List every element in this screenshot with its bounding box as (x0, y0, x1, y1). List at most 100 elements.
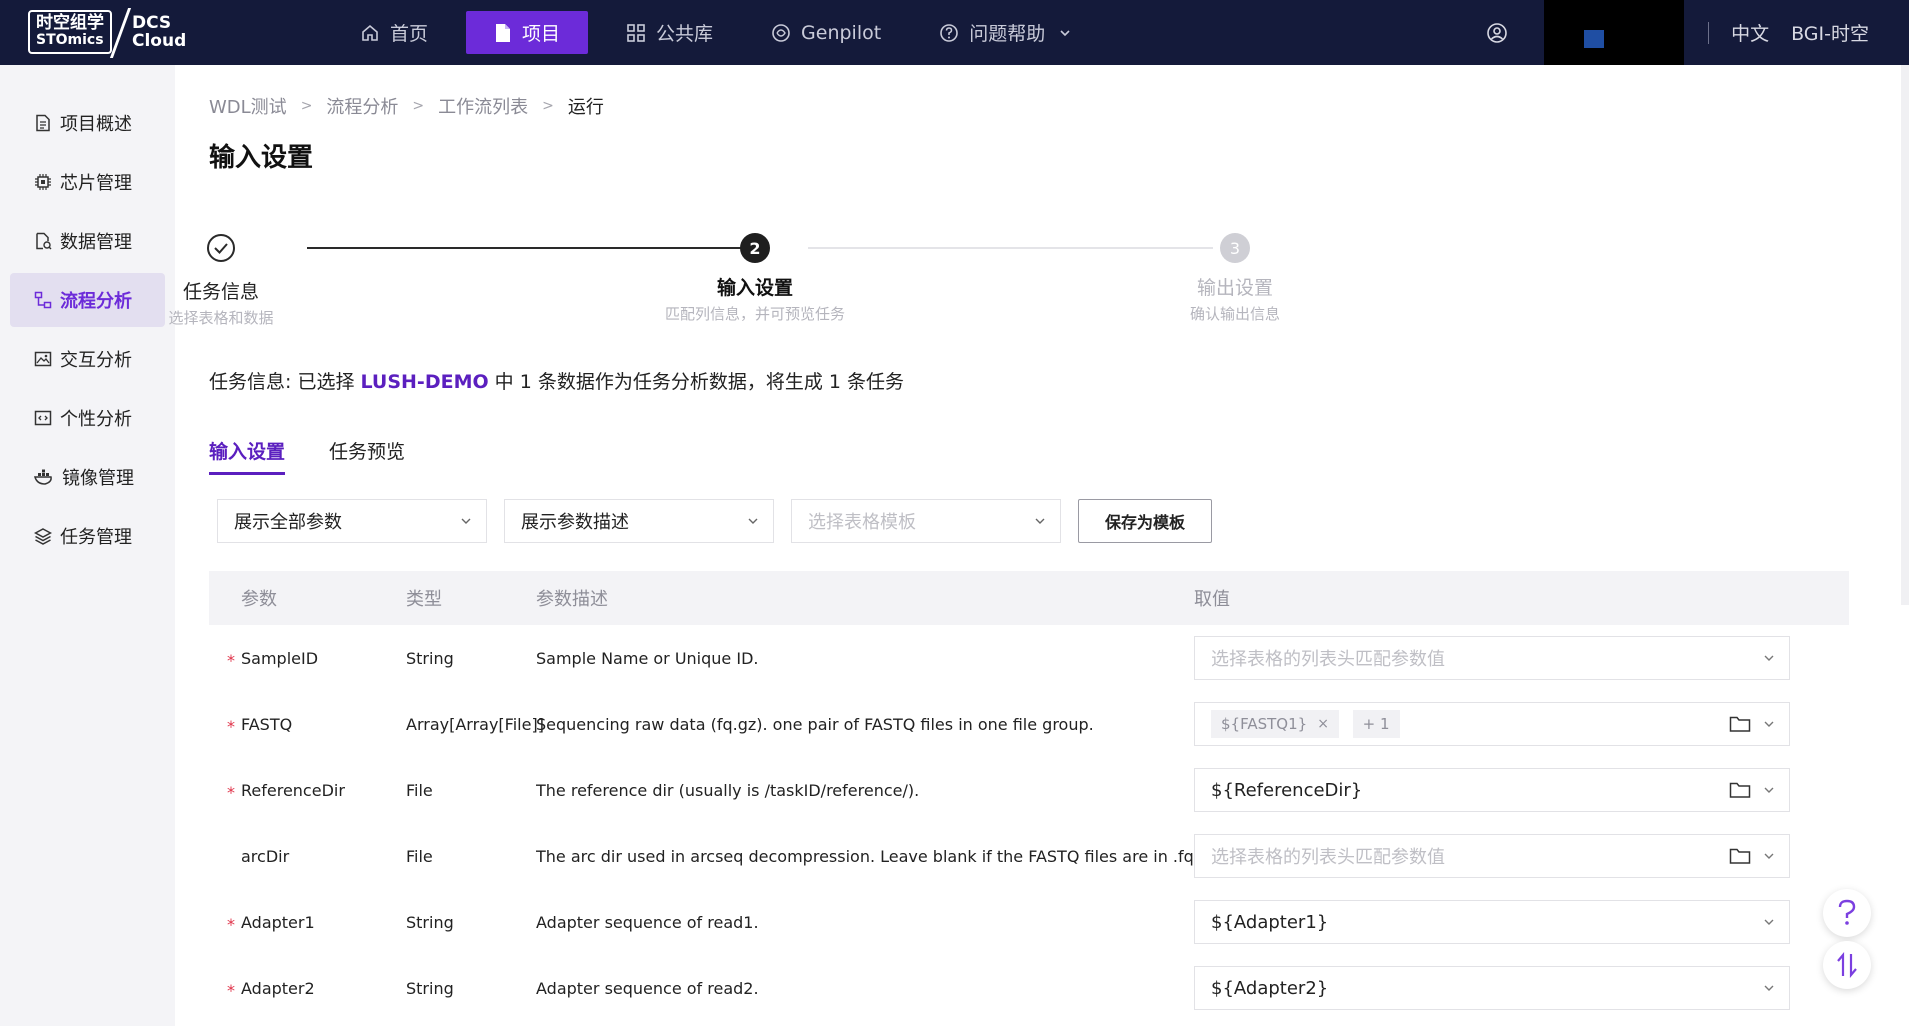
nav-public-library[interactable]: 公共库 (606, 11, 733, 54)
param-name: * SampleID (209, 649, 406, 670)
breadcrumb-item[interactable]: 流程分析 (326, 93, 398, 119)
nav-genpilot-label: Genpilot (801, 21, 882, 44)
value-text: ${Adapter1} (1211, 911, 1329, 933)
chevron-down-icon (1764, 985, 1774, 991)
value-placeholder: 选择表格的列表头匹配参数值 (1211, 649, 1445, 670)
param-desc: Sample Name or Unique ID. (536, 648, 759, 668)
required-mark: * (227, 650, 235, 670)
param-name-text: Adapter1 (241, 912, 315, 932)
document-icon (36, 114, 50, 132)
table-row: * FASTQ Array[Array[File]] Sequencing raw… (209, 691, 1849, 757)
param-name: * Adapter2 (209, 979, 406, 1000)
sidebar-item-custom-analysis[interactable]: 个性分析 (10, 391, 165, 445)
scroll-toggle-button[interactable] (1823, 941, 1871, 989)
header-type: 类型 (406, 589, 442, 610)
step-2-title: 输入设置 (716, 277, 793, 299)
language-switch[interactable]: 中文 (1731, 19, 1769, 46)
value-select[interactable]: ${ReferenceDir} (1194, 768, 1790, 812)
step-1-desc: 选择表格和数据 (168, 309, 274, 327)
page-scrollbar[interactable] (1901, 65, 1909, 605)
chevron-down-icon (1764, 721, 1774, 727)
folder-icon[interactable] (1729, 715, 1751, 733)
header-right: 中文 BGI-时空 (1486, 0, 1869, 70)
swap-vertical-icon (1837, 952, 1857, 978)
header-param: 参数 (241, 589, 277, 610)
nav-genpilot[interactable]: Genpilot (751, 11, 901, 54)
sidebar-item-image-management[interactable]: 镜像管理 (10, 450, 165, 504)
folder-icon[interactable] (1729, 847, 1751, 865)
step-2-number: 2 (740, 233, 770, 263)
sidebar-item-label: 镜像管理 (62, 468, 134, 489)
more-tags-badge: + 1 (1352, 710, 1400, 738)
task-info: 任务信息: 已选择 LUSH-DEMO 中 1 条数据作为任务分析数据，将生成 … (209, 367, 904, 394)
sidebar-item-label: 任务管理 (60, 527, 132, 548)
param-desc: Sequencing raw data (fq.gz). one pair of… (536, 714, 1094, 734)
desc-display-select[interactable]: 展示参数描述 (504, 499, 774, 543)
nav-home-label: 首页 (390, 23, 429, 45)
desc-display-value: 展示参数描述 (521, 512, 629, 533)
logo-en: STOmics (36, 32, 104, 48)
save-template-button[interactable]: 保存为模板 (1078, 499, 1213, 543)
page-title: 输入设置 (209, 143, 314, 173)
tag-list: ${FASTQ1} × + 1 (1211, 710, 1729, 738)
header-divider (1708, 21, 1710, 44)
sidebar: 项目概述 芯片管理 数据管理 流程分析 交互分析 个性分析 镜像管理 任务管理 (0, 65, 175, 1026)
param-value-cell: 选择表格的列表头匹配参数值 (1194, 834, 1794, 878)
user-icon[interactable] (1486, 22, 1508, 44)
breadcrumb-item[interactable]: 工作流列表 (438, 93, 528, 119)
param-type: Array[Array[File]] (406, 714, 544, 734)
tab-input-settings[interactable]: 输入设置 (209, 437, 286, 475)
sidebar-item-project-overview[interactable]: 项目概述 (10, 96, 165, 150)
value-tag: ${FASTQ1} × (1211, 710, 1339, 738)
logo[interactable]: 时空组学 STOmics DCS Cloud (28, 10, 186, 54)
param-name: * FASTQ (209, 715, 406, 736)
nav-help[interactable]: 问题帮助 (919, 11, 1091, 54)
header-value: 取值 (1194, 589, 1230, 610)
param-type: String (406, 978, 454, 998)
param-value-cell: ${Adapter1} (1194, 900, 1794, 944)
step-1-title: 任务信息 (182, 281, 259, 303)
nav-home[interactable]: 首页 (340, 11, 448, 54)
folder-icon[interactable] (1729, 781, 1751, 799)
chevron-down-icon (748, 518, 758, 524)
tab-task-preview[interactable]: 任务预览 (329, 437, 405, 475)
redacted-area (1544, 0, 1685, 70)
sidebar-item-data-management[interactable]: 数据管理 (10, 214, 165, 268)
table-row: * Adapter2 String Adapter sequence of rea… (209, 955, 1849, 1021)
value-multi-select[interactable]: ${FASTQ1} × + 1 (1194, 702, 1790, 746)
param-type: File (406, 780, 433, 800)
nav-project[interactable]: 项目 (466, 11, 589, 54)
chevron-down-icon (1764, 919, 1774, 925)
required-mark: * (227, 782, 235, 802)
template-select[interactable]: 选择表格模板 (791, 499, 1061, 543)
chevron-down-icon (1060, 29, 1070, 36)
sidebar-item-chip-management[interactable]: 芯片管理 (10, 155, 165, 209)
sidebar-item-task-management[interactable]: 任务管理 (10, 509, 165, 563)
value-select[interactable]: ${Adapter2} (1194, 966, 1790, 1010)
param-name-text: ReferenceDir (241, 780, 345, 800)
value-select[interactable]: 选择表格的列表头匹配参数值 (1194, 636, 1790, 680)
breadcrumb-current: 运行 (567, 97, 604, 118)
param-value-cell: ${FASTQ1} × + 1 (1194, 702, 1794, 746)
sidebar-item-interactive-analysis[interactable]: 交互分析 (10, 332, 165, 386)
breadcrumb-item[interactable]: WDL测试 (209, 93, 287, 119)
sidebar-item-label: 交互分析 (60, 350, 132, 371)
param-name: arcDir (209, 847, 406, 866)
param-display-select[interactable]: 展示全部参数 (217, 499, 487, 543)
sidebar-item-label: 数据管理 (60, 232, 132, 253)
param-name-text: arcDir (241, 846, 290, 866)
value-select[interactable]: 选择表格的列表头匹配参数值 (1194, 834, 1790, 878)
chevron-down-icon (1764, 853, 1774, 859)
close-icon[interactable]: × (1317, 716, 1329, 732)
table-row: * ReferenceDir File The reference dir (us… (209, 757, 1849, 823)
table-row: * SampleID String Sample Name or Unique I… (209, 625, 1849, 691)
param-value-cell: 选择表格的列表头匹配参数值 (1194, 636, 1794, 680)
step-2-desc: 匹配列信息，并可预览任务 (664, 305, 845, 323)
user-name[interactable]: BGI-时空 (1791, 19, 1869, 46)
help-float-button[interactable] (1823, 889, 1871, 937)
param-type: String (406, 648, 454, 668)
logo-badge: 时空组学 STOmics (28, 10, 112, 54)
value-select[interactable]: ${Adapter1} (1194, 900, 1790, 944)
step-3-desc: 确认输出信息 (1189, 305, 1280, 323)
value-text: ${ReferenceDir} (1211, 779, 1363, 801)
